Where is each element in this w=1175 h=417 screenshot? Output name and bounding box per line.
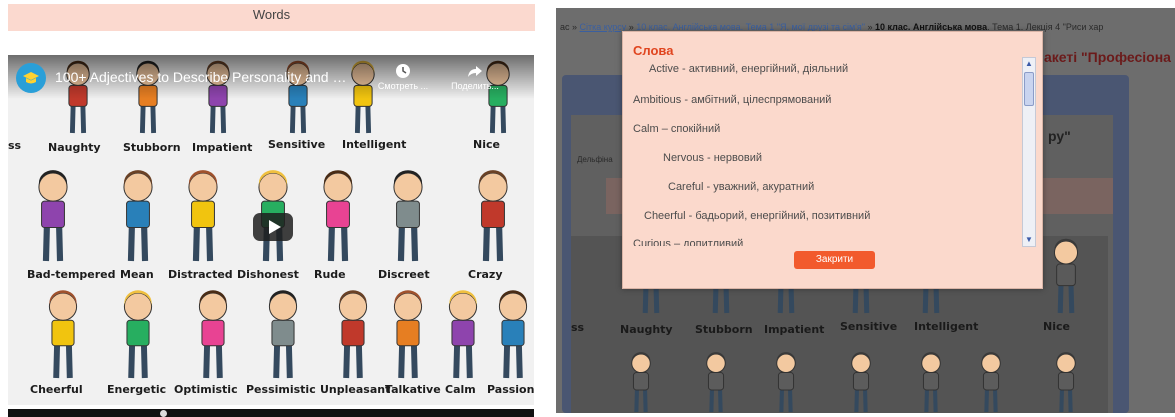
share-label: Поделить... — [451, 81, 499, 91]
label-row1-6: Nice — [473, 138, 500, 151]
label-row2-3: Dishonest — [237, 268, 299, 281]
cartoon-figure — [268, 290, 298, 379]
play-button[interactable] — [253, 213, 293, 241]
lesson-title-fragment: ру" — [1048, 128, 1071, 144]
bg-label-1: Naughty — [620, 323, 673, 336]
cartoon-figure — [478, 170, 508, 262]
scroll-up-icon[interactable]: ▲ — [1025, 60, 1033, 68]
words-header: Words — [8, 4, 535, 31]
cartoon-figure — [123, 290, 153, 379]
clock-icon — [396, 64, 410, 78]
label-row3-7: Passion — [487, 383, 534, 396]
video-progress-strip[interactable] — [8, 409, 534, 417]
label-row2-4: Rude — [314, 268, 346, 281]
video-title[interactable]: 100+ Adjectives to Describe Personality … — [55, 69, 355, 85]
progress-handle[interactable] — [160, 410, 167, 417]
share-icon — [468, 66, 482, 77]
bg-label-5: Intelligent — [914, 320, 979, 333]
watch-later-button[interactable]: Смотреть ... — [368, 63, 438, 91]
cartoon-figure — [198, 290, 228, 379]
bg-label-4: Sensitive — [840, 320, 898, 333]
label-row3-2: Optimistic — [174, 383, 238, 396]
word-item: Nervous - нервовий — [663, 152, 763, 164]
play-icon — [268, 220, 281, 234]
share-button[interactable]: Поделить... — [440, 63, 510, 91]
label-row1-3: Impatient — [192, 141, 253, 154]
cartoon-figure — [338, 290, 368, 379]
cartoon-figure — [393, 290, 423, 379]
scroll-down-icon[interactable]: ▼ — [1025, 236, 1033, 244]
label-row3-5: Talkative — [385, 383, 441, 396]
cartoon-figure — [851, 352, 871, 413]
breadcrumb-link-course[interactable]: Сітка курсу — [580, 22, 627, 32]
modal-title: Слова — [633, 43, 674, 58]
channel-logo-icon[interactable] — [16, 63, 46, 93]
word-item: Active - активний, енергійний, діяльний — [649, 63, 849, 75]
screenshot: Words 100+ Adjectives to Describe Person… — [0, 0, 1175, 417]
scroll-thumb[interactable] — [1024, 72, 1034, 106]
label-row3-6: Calm — [445, 383, 476, 396]
label-row1-4: Sensitive — [268, 138, 326, 151]
cartoon-figure — [448, 290, 478, 379]
cartoon-figure — [1053, 238, 1079, 314]
cartoon-figure — [188, 170, 218, 262]
cartoon-figure — [776, 352, 796, 413]
cartoon-figure — [1056, 352, 1076, 413]
modal-scrollbar[interactable]: ▲ ▼ — [1022, 57, 1036, 247]
bg-label-6: Nice — [1043, 320, 1070, 333]
cartoon-figure — [48, 290, 78, 379]
cartoon-figure — [981, 352, 1001, 413]
label-row2-6: Crazy — [468, 268, 503, 281]
label-row1-2: Stubborn — [123, 141, 181, 154]
cartoon-figure — [631, 352, 651, 413]
label-row3-3: Pessimistic — [246, 383, 316, 396]
breadcrumb-prefix: ас » — [560, 22, 578, 32]
youtube-video[interactable]: 100+ Adjectives to Describe Personality … — [8, 55, 534, 405]
label-row2-1: Mean — [120, 268, 154, 281]
label-row1-5: Intelligent — [342, 138, 407, 151]
video-title-bar: 100+ Adjectives to Describe Personality … — [8, 55, 534, 99]
cartoon-figure — [706, 352, 726, 413]
cartoon-figure — [123, 170, 153, 262]
close-button[interactable]: Закрити — [794, 251, 875, 269]
label-row1-0: ss — [8, 139, 22, 152]
lesson-small-text: Дельфіна — [577, 155, 613, 164]
label-row3-0: Cheerful — [30, 383, 83, 396]
bg-label-2: Stubborn — [695, 323, 753, 336]
bg-label-0: ss — [571, 321, 585, 334]
label-row2-2: Distracted — [168, 268, 233, 281]
watch-later-label: Смотреть ... — [377, 81, 429, 91]
cartoon-figure — [921, 352, 941, 413]
cartoon-figure — [38, 170, 68, 262]
label-row2-5: Discreet — [378, 268, 430, 281]
label-row3-1: Energetic — [107, 383, 167, 396]
cartoon-figure — [498, 290, 528, 379]
word-item: Cheerful - бадьорий, енергійний, позитив… — [644, 210, 871, 222]
left-panel: Words 100+ Adjectives to Describe Person… — [0, 0, 545, 417]
cartoon-figure — [393, 170, 423, 262]
cartoon-figure — [323, 170, 353, 262]
label-row3-4: Unpleasant — [320, 383, 391, 396]
word-item: Calm – спокійний — [633, 123, 721, 135]
words-modal: Слова Active - активний, енергійний, дія… — [622, 31, 1043, 289]
page-heading: акеті "Професіона — [1044, 49, 1171, 65]
bg-label-3: Impatient — [764, 323, 825, 336]
label-row2-0: Bad-tempered — [27, 268, 116, 281]
modal-word-list[interactable]: Active - активний, енергійний, діяльний … — [623, 58, 1021, 246]
label-row1-1: Naughty — [48, 141, 101, 154]
word-item: Curious – допитливий — [633, 238, 744, 246]
word-item: Careful - уважний, акуратний — [668, 181, 815, 193]
word-item: Ambitious - амбітний, цілеспрямований — [633, 94, 832, 106]
